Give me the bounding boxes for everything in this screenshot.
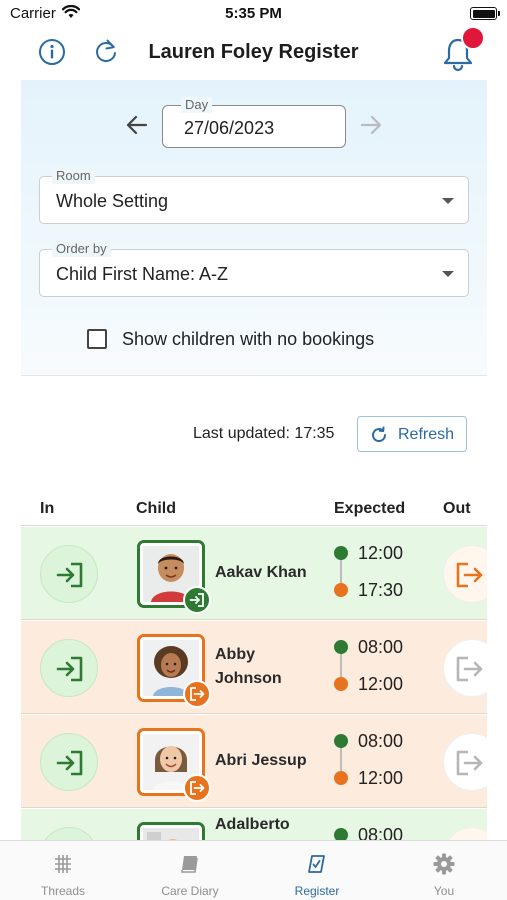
sign-out-icon (190, 687, 205, 701)
expected-end: 17:30 (358, 580, 404, 600)
start-dot (334, 734, 348, 748)
end-dot (334, 583, 348, 597)
tab-bar: Threads Care Diary Register You (0, 840, 507, 900)
book-icon (181, 856, 198, 873)
tab-care-diary-label: Care Diary (161, 884, 219, 898)
tab-threads-label: Threads (40, 884, 86, 898)
arrow-right-icon[interactable] (358, 112, 384, 138)
tab-you-label: You (433, 884, 455, 898)
column-in: In (40, 500, 55, 517)
battery-icon (470, 7, 500, 20)
child-name: Adalberto (215, 816, 290, 833)
sign-in-icon (189, 593, 204, 607)
sign-in-button[interactable] (40, 639, 98, 697)
refresh-label: Refresh (398, 426, 455, 443)
child-name: Abri Jessup (215, 752, 307, 769)
status-badge (183, 586, 211, 614)
table-row: Abby Johnson 08:00 12:00 (21, 621, 487, 714)
child-avatar[interactable] (137, 634, 211, 708)
start-dot (334, 640, 348, 654)
sign-in-button[interactable] (40, 545, 98, 603)
end-dot (334, 771, 348, 785)
expected-times: 12:00 17:30 (333, 541, 433, 607)
start-dot (334, 546, 348, 560)
sign-out-button[interactable] (443, 827, 487, 840)
sign-out-icon (456, 750, 483, 776)
child-avatar[interactable] (137, 728, 211, 802)
order-by-select[interactable]: Order by Child First Name: A-Z (39, 241, 469, 297)
table-row: Aakav Khan 12:00 17:30 (21, 527, 487, 620)
no-bookings-checkbox[interactable] (87, 329, 107, 349)
app-header: Lauren Foley Register (0, 26, 507, 78)
day-picker: Day 27/06/2023 (21, 97, 487, 148)
sign-in-icon (56, 750, 83, 776)
expected-start: 08:00 (358, 731, 404, 751)
expected-times: 08:00 (333, 823, 433, 840)
threads-icon (55, 855, 71, 873)
sign-out-icon (456, 562, 483, 588)
order-by-value: Child First Name: A-Z (56, 264, 229, 284)
status-badge (183, 774, 211, 802)
no-bookings-label: Show children with no bookings (122, 329, 375, 349)
day-field[interactable]: Day 27/06/2023 (162, 97, 346, 148)
table-row: Adalberto 08:00 (21, 809, 487, 840)
status-bar: Carrier 5:35 PM (0, 0, 507, 28)
expected-start: 08:00 (358, 637, 404, 657)
sign-out-icon (190, 781, 205, 795)
sign-in-icon (56, 562, 83, 588)
register-table-header: In Child Expected Out (21, 496, 487, 526)
clock: 5:35 PM (225, 5, 282, 22)
room-value: Whole Setting (56, 191, 169, 211)
sign-in-icon (56, 656, 83, 682)
expected-times: 08:00 12:00 (333, 729, 433, 795)
sign-out-button[interactable] (443, 639, 487, 697)
tab-care-diary[interactable]: Care Diary (127, 841, 253, 900)
column-expected: Expected (334, 500, 406, 517)
gear-icon (433, 853, 455, 875)
room-label: Room (52, 168, 95, 184)
sign-out-button[interactable] (443, 733, 487, 791)
status-badge (183, 680, 211, 708)
child-avatar[interactable] (137, 540, 211, 614)
expected-end: 12:00 (358, 768, 404, 788)
child-photo (143, 828, 199, 840)
tab-register[interactable]: Register (254, 841, 380, 900)
child-name-line1: Abby (215, 646, 255, 663)
end-dot (334, 677, 348, 691)
notification-badge (461, 26, 485, 50)
start-dot (334, 828, 348, 840)
table-row: Abri Jessup 08:00 12:00 (21, 715, 487, 808)
room-select[interactable]: Room Whole Setting (39, 168, 469, 224)
sign-in-button[interactable] (40, 733, 98, 791)
day-value: 27/06/2023 (184, 118, 275, 138)
column-out: Out (443, 500, 471, 517)
register-icon (308, 855, 325, 873)
last-updated-text: Last updated: 17:35 (193, 425, 335, 442)
expected-start: 12:00 (358, 543, 404, 563)
caret-down-icon (442, 198, 454, 204)
refresh-icon (372, 426, 387, 443)
expected-start: 08:00 (358, 825, 404, 840)
arrow-left-icon[interactable] (124, 112, 150, 138)
sign-out-button[interactable] (443, 545, 487, 603)
filter-panel: Day 27/06/2023 Room Whole Setting Order … (21, 80, 487, 376)
register-list: Aakav Khan 12:00 17:30 Abby Johnson 08:0… (21, 527, 487, 840)
sign-in-button[interactable] (40, 827, 98, 840)
day-label: Day (181, 97, 213, 113)
order-by-label: Order by (52, 241, 111, 257)
tab-register-label: Register (294, 884, 340, 898)
page-title: Lauren Foley Register (148, 41, 359, 63)
child-name: Aakav Khan (215, 564, 307, 581)
tab-you[interactable]: You (381, 841, 507, 900)
caret-down-icon (442, 271, 454, 277)
child-avatar[interactable] (137, 822, 205, 840)
child-name-line2: Johnson (215, 670, 282, 687)
column-child: Child (136, 500, 176, 517)
sign-out-icon (456, 656, 483, 682)
tab-threads[interactable]: Threads (0, 841, 126, 900)
expected-times: 08:00 12:00 (333, 635, 433, 701)
expected-end: 12:00 (358, 674, 404, 694)
refresh-button[interactable]: Refresh (357, 416, 467, 452)
